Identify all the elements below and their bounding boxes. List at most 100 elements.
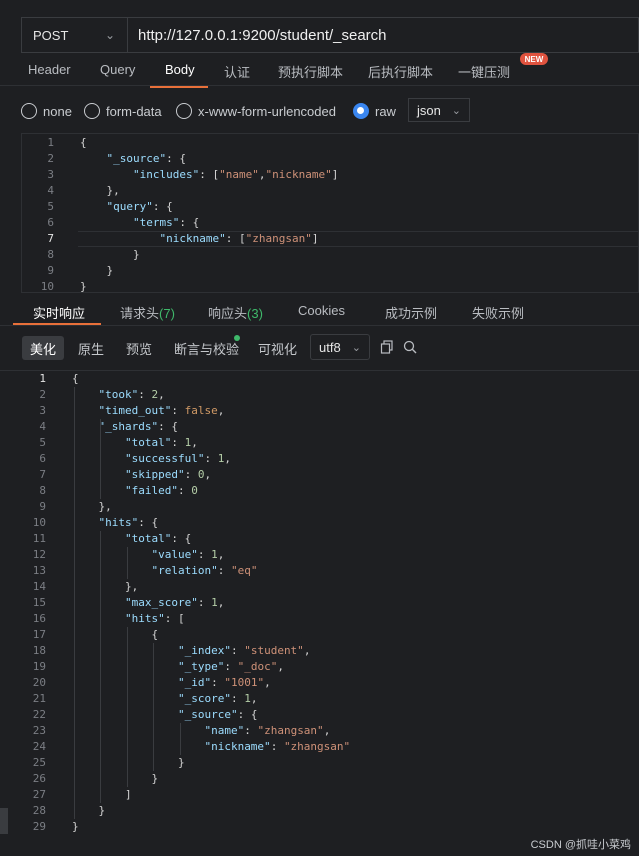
tab-query[interactable]: Query [100, 62, 135, 77]
line-number: 6 [39, 452, 46, 465]
tab-post-script[interactable]: 后执行脚本 [368, 62, 433, 81]
method-select[interactable]: POST ⌄ [22, 18, 128, 52]
tab-auth[interactable]: 认证 [224, 62, 250, 81]
line-number: 5 [39, 436, 46, 449]
code-text: } [98, 804, 106, 817]
code-line: 5 "total": 1, [0, 435, 639, 451]
line-number: 2 [39, 388, 46, 401]
view-visualize-button[interactable]: 可视化 [250, 336, 305, 360]
line-number: 26 [32, 772, 46, 785]
copy-icon[interactable] [380, 340, 394, 354]
code-text: "timed_out": false, [98, 404, 225, 417]
encoding-select[interactable]: utf8 ⌄ [310, 334, 370, 360]
code-text: "_shards": { [98, 420, 178, 433]
line-number: 4 [39, 420, 46, 433]
code-text: "hits": { [98, 516, 159, 529]
line-number: 8 [39, 484, 46, 497]
line-number: 25 [32, 756, 46, 769]
radio-label: x-www-form-urlencoded [198, 103, 336, 119]
code-line: 1{ [0, 371, 639, 387]
tab-pre-script[interactable]: 预执行脚本 [278, 62, 343, 81]
code-line: 1{ [22, 135, 638, 151]
line-number: 11 [32, 532, 46, 545]
code-text: } [72, 820, 79, 833]
line-number: 27 [32, 788, 46, 801]
code-text: } [132, 248, 140, 261]
code-line: 4 "_shards": { [0, 419, 639, 435]
tab-stress-test[interactable]: 一键压测 [458, 62, 510, 81]
code-text: "value": 1, [151, 548, 225, 561]
code-text: "max_score": 1, [124, 596, 225, 609]
tab-body[interactable]: Body [165, 62, 195, 77]
scroll-indicator [0, 808, 8, 834]
radio-label: raw [375, 103, 396, 119]
radio-x-www-form-urlencoded[interactable]: x-www-form-urlencoded [176, 103, 336, 119]
url-input[interactable]: http://127.0.0.1:9200/student/_search [128, 18, 638, 52]
code-line: 17 { [0, 627, 639, 643]
code-text: { [72, 372, 79, 385]
tab-cookies[interactable]: Cookies [298, 303, 345, 318]
indent-guide [126, 547, 128, 579]
line-number: 2 [47, 152, 54, 165]
code-line: 3 "includes": ["name","nickname"] [22, 167, 638, 183]
code-line: 23 "name": "zhangsan", [0, 723, 639, 739]
search-icon[interactable] [403, 340, 417, 354]
code-line: 10} [22, 279, 638, 292]
code-text: "total": 1, [124, 436, 198, 449]
line-number: 1 [39, 372, 46, 385]
line-number: 21 [32, 692, 46, 705]
raw-format-label: json [417, 102, 441, 118]
code-text: "_index": "student", [177, 644, 311, 657]
chevron-down-icon: ⌄ [104, 28, 115, 42]
tab-count: (7) [159, 306, 175, 321]
raw-format-select[interactable]: json ⌄ [408, 98, 470, 122]
tab-live-response[interactable]: 实时响应 [33, 303, 85, 322]
radio-raw[interactable]: raw [353, 103, 396, 119]
code-line: 18 "_index": "student", [0, 643, 639, 659]
tab-request-headers[interactable]: 请求头(7) [120, 303, 175, 322]
response-body-viewer[interactable]: 1{2 "took": 2, 3 "timed_out": false, 4 "_s… [0, 370, 639, 856]
code-line: 11 "total": { [0, 531, 639, 547]
code-line: 13 "relation": "eq" [0, 563, 639, 579]
radio-label: none [43, 103, 72, 119]
code-line: 15 "max_score": 1, [0, 595, 639, 611]
code-text: "_source": { [106, 152, 186, 165]
view-raw-button[interactable]: 原生 [70, 336, 112, 360]
radio-none[interactable]: none [21, 103, 72, 119]
tab-label: 响应头 [208, 306, 248, 321]
radio-circle-selected [353, 103, 369, 119]
line-number: 7 [47, 232, 54, 245]
code-text: "total": { [124, 532, 192, 545]
view-preview-button[interactable]: 预览 [118, 336, 160, 360]
code-line: 19 "_type": "_doc", [0, 659, 639, 675]
chevron-down-icon: ⌄ [351, 341, 361, 354]
line-number: 7 [39, 468, 46, 481]
line-number: 12 [32, 548, 46, 561]
code-line: 5 "query": { [22, 199, 638, 215]
radio-label: form-data [106, 103, 162, 119]
code-line: 8 "failed": 0 [0, 483, 639, 499]
indent-guide [179, 723, 181, 755]
request-body-editor[interactable]: 1{2 "_source": {3 "includes": ["name","n… [21, 133, 639, 293]
line-number: 20 [32, 676, 46, 689]
active-tab-indicator [150, 86, 208, 88]
indent-guide [74, 387, 75, 819]
status-dot [234, 335, 240, 341]
code-line: 10 "hits": { [0, 515, 639, 531]
code-line: 21 "_score": 1, [0, 691, 639, 707]
line-number: 1 [47, 136, 54, 149]
tab-success-example[interactable]: 成功示例 [385, 303, 437, 322]
code-line: 20 "_id": "1001", [0, 675, 639, 691]
view-beautify-button[interactable]: 美化 [22, 336, 65, 360]
tab-header[interactable]: Header [28, 62, 71, 77]
code-line: 9 }, [0, 499, 639, 515]
code-line: 2 "_source": { [22, 151, 638, 167]
line-number: 29 [32, 820, 46, 833]
code-line: 7 "nickname": ["zhangsan"] [22, 231, 638, 247]
radio-form-data[interactable]: form-data [84, 103, 162, 119]
indent-guide [100, 419, 102, 499]
line-number: 16 [32, 612, 46, 625]
line-number: 9 [39, 500, 46, 513]
tab-failure-example[interactable]: 失败示例 [472, 303, 524, 322]
tab-response-headers[interactable]: 响应头(3) [208, 303, 263, 322]
